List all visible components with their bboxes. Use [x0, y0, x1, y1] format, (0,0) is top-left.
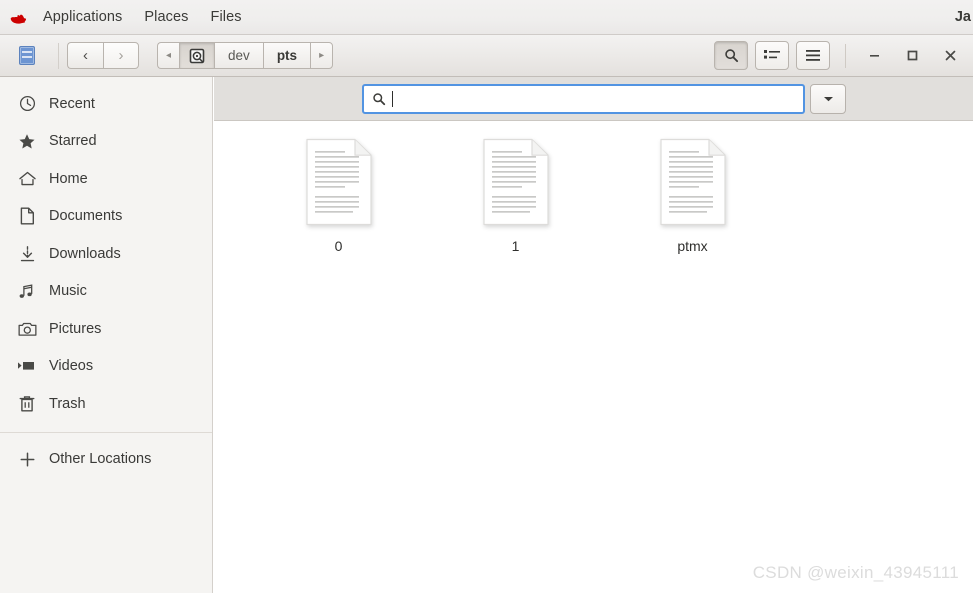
top-bar-clock[interactable]: Ja [955, 9, 973, 25]
sidebar-item-label: Downloads [49, 245, 121, 262]
camera-icon [16, 319, 38, 339]
minimize-button[interactable] [855, 39, 893, 73]
sidebar-item-label: Other Locations [49, 451, 152, 468]
maximize-icon [907, 50, 917, 61]
music-note-icon [16, 281, 38, 301]
minimize-icon [869, 55, 879, 57]
sidebar-item-label: Recent [49, 95, 95, 112]
search-bar [214, 77, 973, 121]
files-application-window: Applications Places Files Ja ‹ › ◂ dev p… [0, 0, 973, 593]
sidebar-item-label: Videos [49, 358, 94, 375]
file-name-label: 0 [334, 238, 343, 254]
sidebar-item-label: Home [49, 170, 88, 187]
top-bar-item-applications[interactable]: Applications [32, 0, 133, 35]
sidebar-item-label: Pictures [49, 320, 102, 337]
video-icon [16, 356, 38, 376]
sidebar-item-videos[interactable]: Videos [0, 348, 212, 386]
red-hat-logo-icon[interactable] [6, 0, 32, 35]
plus-icon [16, 449, 38, 469]
sidebar-divider [0, 431, 212, 433]
breadcrumb-item-dev[interactable]: dev [214, 42, 263, 69]
sidebar-item-recent[interactable]: Recent [0, 85, 212, 123]
sidebar-item-label: Starred [49, 133, 97, 150]
sidebar-item-other-locations[interactable]: Other Locations [0, 441, 212, 479]
sidebar-item-music[interactable]: Music [0, 273, 212, 311]
file-name-label: ptmx [677, 238, 708, 254]
navigation-button-group: ‹ › [67, 42, 139, 69]
forward-button[interactable]: › [103, 42, 139, 69]
home-icon [16, 169, 38, 189]
back-button[interactable]: ‹ [67, 42, 103, 69]
breadcrumb-item-filesystem[interactable] [179, 42, 215, 69]
sidebar-item-home[interactable]: Home [0, 160, 212, 198]
maximize-button[interactable] [893, 39, 931, 73]
desktop-top-bar: Applications Places Files Ja [0, 0, 973, 35]
chevron-right-icon: › [118, 47, 124, 64]
places-sidebar: Recent Starred Home Documents Downloads … [0, 77, 213, 593]
blue-document-icon [19, 46, 35, 65]
menu-button[interactable] [796, 41, 830, 70]
sidebar-item-label: Trash [49, 395, 86, 412]
view-list-button[interactable] [755, 41, 789, 70]
sidebar-item-label: Documents [49, 208, 123, 225]
window-body: Recent Starred Home Documents Downloads … [0, 77, 973, 593]
download-icon [16, 244, 38, 264]
search-icon [372, 92, 386, 106]
text-cursor [392, 90, 393, 107]
file-browser-content: 0 1 ptmx [214, 77, 973, 593]
chevron-left-icon: ‹ [83, 47, 88, 64]
sidebar-item-pictures[interactable]: Pictures [0, 310, 212, 348]
breadcrumb: ◂ dev pts ▸ [157, 42, 334, 69]
header-left-group: ‹ › ◂ dev pts ▸ [0, 42, 334, 69]
trash-icon [16, 394, 38, 414]
top-bar-right-group: Ja [955, 0, 973, 34]
file-grid: 0 1 ptmx [250, 138, 973, 254]
window-header-bar: ‹ › ◂ dev pts ▸ [0, 35, 973, 77]
window-controls-separator [845, 43, 846, 68]
text-document-icon [659, 138, 727, 226]
header-right-group [707, 39, 973, 73]
file-item[interactable]: 0 [250, 138, 427, 254]
file-name-label: 1 [511, 238, 520, 254]
search-input[interactable] [362, 83, 805, 114]
file-item[interactable]: 1 [427, 138, 604, 254]
document-icon [16, 206, 38, 226]
top-bar-item-files[interactable]: Files [200, 0, 253, 35]
star-icon [16, 131, 38, 151]
breadcrumb-item-pts[interactable]: pts [262, 42, 311, 69]
watermark-text: CSDN @weixin_43945111 [752, 563, 959, 582]
sidebar-toggle-button[interactable] [12, 43, 42, 69]
text-document-icon [482, 138, 550, 226]
search-filter-dropdown-button[interactable] [810, 83, 846, 114]
close-icon [945, 50, 955, 61]
sidebar-item-label: Music [49, 283, 87, 300]
header-separator [58, 42, 59, 69]
top-bar-left-group: Applications Places Files [0, 0, 253, 34]
sidebar-item-downloads[interactable]: Downloads [0, 235, 212, 273]
sidebar-item-starred[interactable]: Starred [0, 123, 212, 161]
drive-filesystem-icon [189, 48, 205, 63]
sidebar-item-trash[interactable]: Trash [0, 385, 212, 423]
hamburger-menu-icon [806, 50, 820, 61]
search-icon [724, 49, 738, 63]
breadcrumb-scroll-right-button[interactable]: ▸ [310, 42, 334, 69]
list-view-icon [764, 49, 780, 59]
clock-icon [16, 94, 38, 114]
search-controls [362, 83, 846, 114]
chevron-down-icon [823, 96, 833, 101]
file-item[interactable]: ptmx [604, 138, 781, 254]
top-bar-item-places[interactable]: Places [133, 0, 199, 35]
search-toggle-button[interactable] [714, 41, 748, 70]
file-list-view[interactable]: 0 1 ptmx [214, 122, 973, 593]
close-button[interactable] [931, 39, 969, 73]
breadcrumb-scroll-left-button[interactable]: ◂ [157, 42, 180, 69]
text-document-icon [305, 138, 373, 226]
sidebar-item-documents[interactable]: Documents [0, 198, 212, 236]
